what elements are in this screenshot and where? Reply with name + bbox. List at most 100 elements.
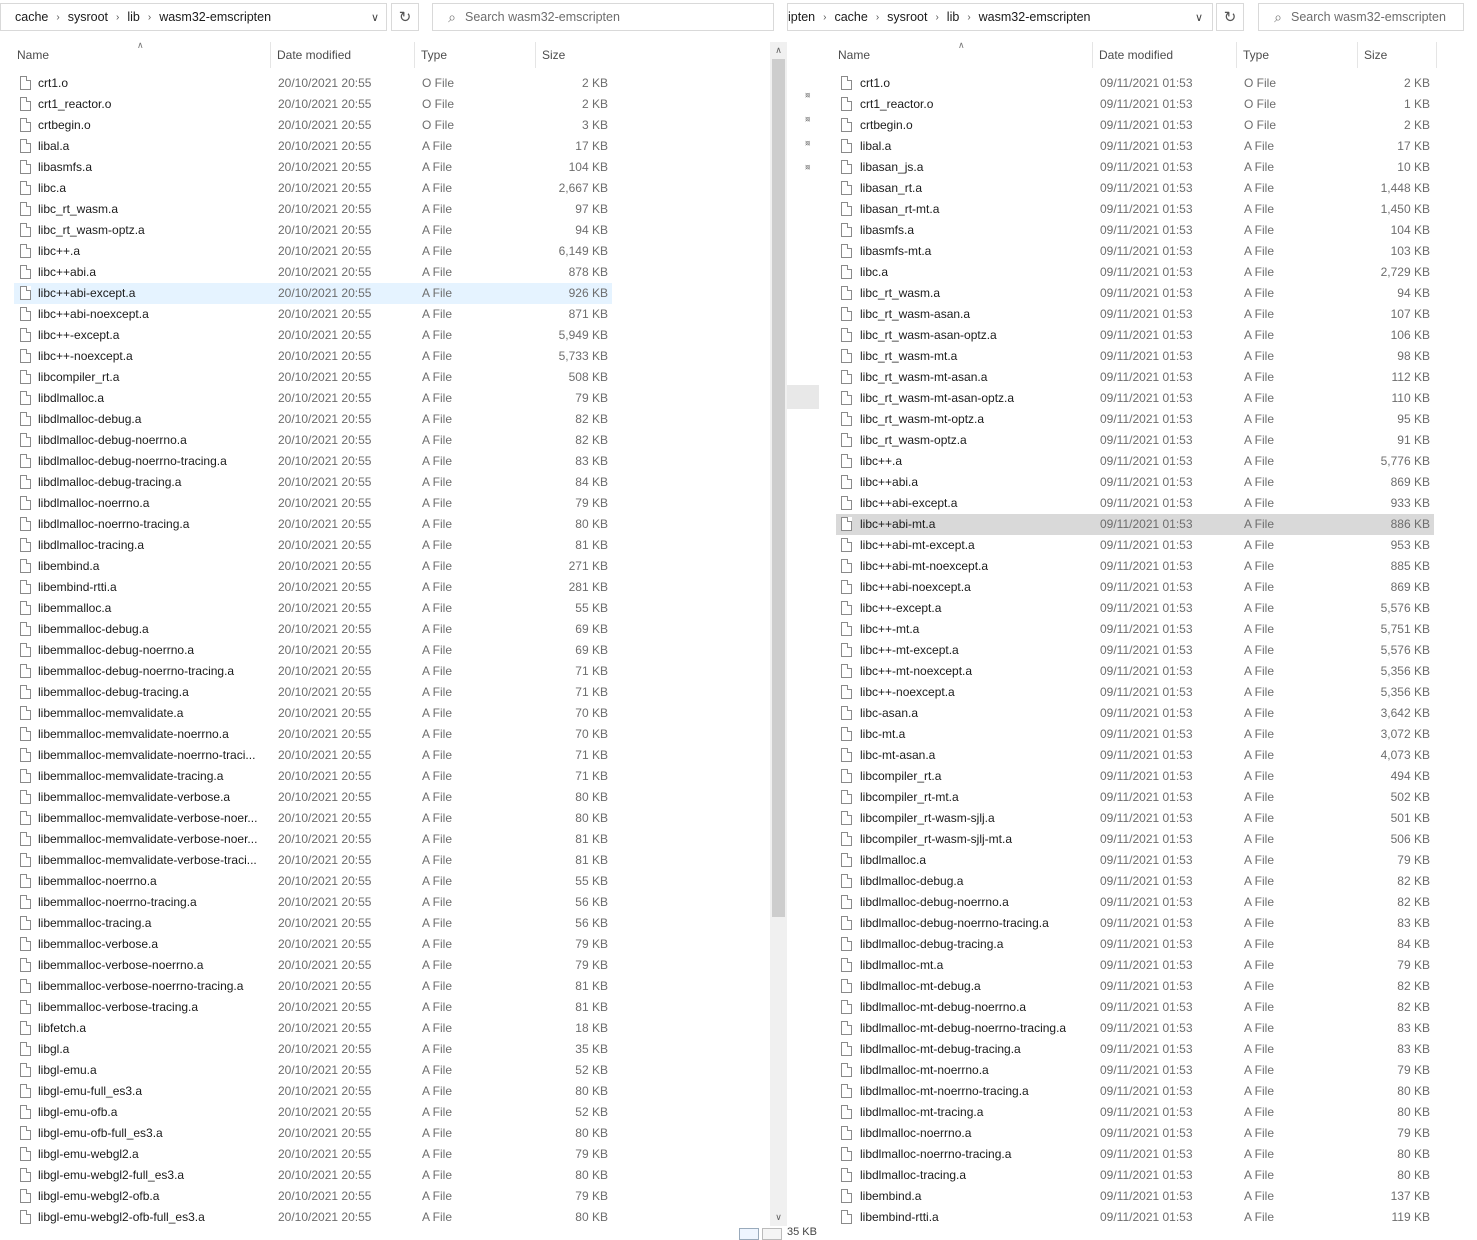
breadcrumb-sysroot[interactable]: sysroot bbox=[887, 10, 927, 24]
file-row[interactable]: libemmalloc-memvalidate.a 20/10/2021 20:5… bbox=[14, 703, 612, 724]
file-row[interactable]: crtbegin.o 20/10/2021 20:55 O File 3 KB bbox=[14, 115, 612, 136]
file-row[interactable]: libemmalloc-verbose-noerrno.a 20/10/2021 … bbox=[14, 955, 612, 976]
column-header-type[interactable]: Type bbox=[1237, 42, 1358, 68]
file-row[interactable]: libc_rt_wasm-mt-asan-optz.a 09/11/2021 01… bbox=[836, 388, 1434, 409]
file-row[interactable]: libc++-mt.a 09/11/2021 01:53 A File 5,751 K… bbox=[836, 619, 1434, 640]
file-row[interactable]: crt1_reactor.o 09/11/2021 01:53 O File 1 KB bbox=[836, 94, 1434, 115]
file-row[interactable]: libc++abi-mt-noexcept.a 09/11/2021 01:53 A… bbox=[836, 556, 1434, 577]
file-row[interactable]: libdlmalloc-noerrno.a 09/11/2021 01:53 A F… bbox=[836, 1123, 1434, 1144]
file-row[interactable]: libemmalloc-debug.a 20/10/2021 20:55 A Fil… bbox=[14, 619, 612, 640]
file-row[interactable]: libc++.a 09/11/2021 01:53 A File 5,776 KB bbox=[836, 451, 1434, 472]
file-row[interactable]: libemmalloc-memvalidate-verbose-noer... 2… bbox=[14, 829, 612, 850]
file-row[interactable]: libemmalloc-memvalidate-verbose-traci...… bbox=[14, 850, 612, 871]
chevron-right-icon[interactable]: › bbox=[876, 12, 879, 23]
file-row[interactable]: crt1.o 09/11/2021 01:53 O File 2 KB bbox=[836, 73, 1434, 94]
file-row[interactable]: libdlmalloc-mt-debug-noerrno-tracing.a 09… bbox=[836, 1018, 1434, 1039]
pin-icon[interactable]: ⌖ bbox=[800, 136, 815, 151]
column-header-size[interactable]: Size bbox=[1358, 42, 1437, 68]
file-row[interactable]: libdlmalloc-mt-debug-tracing.a 09/11/2021… bbox=[836, 1039, 1434, 1060]
breadcrumb-cache[interactable]: cache bbox=[15, 10, 48, 24]
file-row[interactable]: libc.a 20/10/2021 20:55 A File 2,667 KB bbox=[14, 178, 612, 199]
chevron-right-icon[interactable]: › bbox=[148, 12, 151, 23]
file-row[interactable]: libasmfs-mt.a 09/11/2021 01:53 A File 103 K… bbox=[836, 241, 1434, 262]
file-row[interactable]: libc++-noexcept.a 09/11/2021 01:53 A File 5… bbox=[836, 682, 1434, 703]
file-row[interactable]: libemmalloc-verbose-noerrno-tracing.a 20/… bbox=[14, 976, 612, 997]
file-row[interactable]: libemmalloc-memvalidate-noerrno.a 20/10/2… bbox=[14, 724, 612, 745]
file-row[interactable]: libemmalloc-tracing.a 20/10/2021 20:55 A F… bbox=[14, 913, 612, 934]
details-view-icon[interactable] bbox=[739, 1228, 759, 1240]
refresh-icon[interactable]: ↻ bbox=[391, 3, 419, 31]
breadcrumb-lib[interactable]: lib bbox=[947, 10, 960, 24]
file-row[interactable]: libc++-mt-except.a 09/11/2021 01:53 A File… bbox=[836, 640, 1434, 661]
file-row[interactable]: libfetch.a 20/10/2021 20:55 A File 18 KB bbox=[14, 1018, 612, 1039]
file-row[interactable]: libc_rt_wasm-mt.a 09/11/2021 01:53 A File 9… bbox=[836, 346, 1434, 367]
file-row[interactable]: libc-asan.a 09/11/2021 01:53 A File 3,642 K… bbox=[836, 703, 1434, 724]
breadcrumb-ipten[interactable]: ipten bbox=[788, 10, 815, 24]
file-row[interactable]: libdlmalloc-noerrno-tracing.a 20/10/2021 … bbox=[14, 514, 612, 535]
file-row[interactable]: crt1.o 20/10/2021 20:55 O File 2 KB bbox=[14, 73, 612, 94]
file-row[interactable]: libdlmalloc-mt.a 09/11/2021 01:53 A File 79… bbox=[836, 955, 1434, 976]
file-row[interactable]: libdlmalloc-debug-noerrno.a 20/10/2021 20… bbox=[14, 430, 612, 451]
file-row[interactable]: libembind-rtti.a 20/10/2021 20:55 A File 28… bbox=[14, 577, 612, 598]
file-row[interactable]: libc++abi.a 09/11/2021 01:53 A File 869 KB bbox=[836, 472, 1434, 493]
search-box[interactable]: ⌕ Search wasm32-emscripten bbox=[1258, 3, 1464, 31]
file-row[interactable]: libdlmalloc-noerrno.a 20/10/2021 20:55 A F… bbox=[14, 493, 612, 514]
address-bar[interactable]: ipten › cache › sysroot › lib › wasm32-e… bbox=[787, 3, 1213, 31]
file-row[interactable]: libembind.a 20/10/2021 20:55 A File 271 KB bbox=[14, 556, 612, 577]
file-row[interactable]: libasan_rt.a 09/11/2021 01:53 A File 1,448 … bbox=[836, 178, 1434, 199]
chevron-right-icon[interactable]: › bbox=[56, 12, 59, 23]
file-row[interactable]: libcompiler_rt-mt.a 09/11/2021 01:53 A Fil… bbox=[836, 787, 1434, 808]
file-row[interactable]: libgl-emu.a 20/10/2021 20:55 A File 52 KB bbox=[14, 1060, 612, 1081]
file-row[interactable]: libc++abi-except.a 09/11/2021 01:53 A File… bbox=[836, 493, 1434, 514]
file-row[interactable]: libc_rt_wasm-asan-optz.a 09/11/2021 01:53… bbox=[836, 325, 1434, 346]
file-row[interactable]: libemmalloc-verbose.a 20/10/2021 20:55 A F… bbox=[14, 934, 612, 955]
file-row[interactable]: libc_rt_wasm-optz.a 20/10/2021 20:55 A Fil… bbox=[14, 220, 612, 241]
address-bar[interactable]: cache › sysroot › lib › wasm32-emscripte… bbox=[0, 3, 387, 31]
file-row[interactable]: libc_rt_wasm-asan.a 09/11/2021 01:53 A Fil… bbox=[836, 304, 1434, 325]
file-row[interactable]: libemmalloc-memvalidate-verbose-noer... 2… bbox=[14, 808, 612, 829]
file-row[interactable]: libc++abi-mt.a 09/11/2021 01:53 A File 886 … bbox=[836, 514, 1434, 535]
file-row[interactable]: libc++-except.a 09/11/2021 01:53 A File 5,5… bbox=[836, 598, 1434, 619]
file-row[interactable]: libasmfs.a 20/10/2021 20:55 A File 104 KB bbox=[14, 157, 612, 178]
file-row[interactable]: libgl.a 20/10/2021 20:55 A File 35 KB bbox=[14, 1039, 612, 1060]
column-header-type[interactable]: Type bbox=[415, 42, 536, 68]
file-row[interactable]: libc++abi-noexcept.a 09/11/2021 01:53 A Fi… bbox=[836, 577, 1434, 598]
file-row[interactable]: libemmalloc.a 20/10/2021 20:55 A File 55 KB bbox=[14, 598, 612, 619]
file-row[interactable]: libembind.a 09/11/2021 01:53 A File 137 KB bbox=[836, 1186, 1434, 1207]
pin-icon[interactable]: ⌖ bbox=[800, 88, 815, 103]
chevron-right-icon[interactable]: › bbox=[116, 12, 119, 23]
file-row[interactable]: libemmalloc-debug-noerrno.a 20/10/2021 20… bbox=[14, 640, 612, 661]
file-row[interactable]: libgl-emu-webgl2-ofb-full_es3.a 20/10/202… bbox=[14, 1207, 612, 1228]
file-row[interactable]: libal.a 09/11/2021 01:53 A File 17 KB bbox=[836, 136, 1434, 157]
file-row[interactable]: libdlmalloc-mt-noerrno-tracing.a 09/11/20… bbox=[836, 1081, 1434, 1102]
file-row[interactable]: libc++abi-noexcept.a 20/10/2021 20:55 A Fi… bbox=[14, 304, 612, 325]
file-row[interactable]: libemmalloc-debug-noerrno-tracing.a 20/10… bbox=[14, 661, 612, 682]
breadcrumb-sysroot[interactable]: sysroot bbox=[68, 10, 108, 24]
file-row[interactable]: libcompiler_rt.a 20/10/2021 20:55 A File 50… bbox=[14, 367, 612, 388]
file-row[interactable]: libc-mt-asan.a 09/11/2021 01:53 A File 4,07… bbox=[836, 745, 1434, 766]
file-row[interactable]: libdlmalloc-debug-noerrno-tracing.a 09/11… bbox=[836, 913, 1434, 934]
refresh-icon[interactable]: ↻ bbox=[1216, 3, 1244, 31]
file-row[interactable]: libal.a 20/10/2021 20:55 A File 17 KB bbox=[14, 136, 612, 157]
file-row[interactable]: libc++-mt-noexcept.a 09/11/2021 01:53 A Fi… bbox=[836, 661, 1434, 682]
file-row[interactable]: libgl-emu-webgl2.a 20/10/2021 20:55 A File… bbox=[14, 1144, 612, 1165]
file-row[interactable]: libdlmalloc-mt-debug.a 09/11/2021 01:53 A … bbox=[836, 976, 1434, 997]
vertical-scrollbar[interactable]: ∧ ∨ bbox=[770, 42, 787, 1226]
file-row[interactable]: libembind-rtti.a 09/11/2021 01:53 A File 11… bbox=[836, 1207, 1434, 1228]
file-row[interactable]: libcompiler_rt.a 09/11/2021 01:53 A File 49… bbox=[836, 766, 1434, 787]
pin-icon[interactable]: ⌖ bbox=[800, 160, 815, 175]
file-row[interactable]: libemmalloc-memvalidate-tracing.a 20/10/2… bbox=[14, 766, 612, 787]
file-row[interactable]: libemmalloc-debug-tracing.a 20/10/2021 20… bbox=[14, 682, 612, 703]
breadcrumb-lib[interactable]: lib bbox=[127, 10, 140, 24]
file-row[interactable]: libdlmalloc-noerrno-tracing.a 09/11/2021 … bbox=[836, 1144, 1434, 1165]
file-row[interactable]: libdlmalloc-tracing.a 20/10/2021 20:55 A F… bbox=[14, 535, 612, 556]
chevron-right-icon[interactable]: › bbox=[823, 12, 826, 23]
file-row[interactable]: libemmalloc-verbose-tracing.a 20/10/2021 … bbox=[14, 997, 612, 1018]
search-box[interactable]: ⌕ Search wasm32-emscripten bbox=[432, 3, 774, 31]
file-row[interactable]: libc_rt_wasm-mt-optz.a 09/11/2021 01:53 A … bbox=[836, 409, 1434, 430]
file-row[interactable]: libdlmalloc-tracing.a 09/11/2021 01:53 A F… bbox=[836, 1165, 1434, 1186]
file-row[interactable]: libgl-emu-ofb.a 20/10/2021 20:55 A File 52 … bbox=[14, 1102, 612, 1123]
file-row[interactable]: libdlmalloc-debug-tracing.a 09/11/2021 01… bbox=[836, 934, 1434, 955]
file-row[interactable]: libgl-emu-ofb-full_es3.a 20/10/2021 20:55… bbox=[14, 1123, 612, 1144]
chevron-right-icon[interactable]: › bbox=[967, 12, 970, 23]
